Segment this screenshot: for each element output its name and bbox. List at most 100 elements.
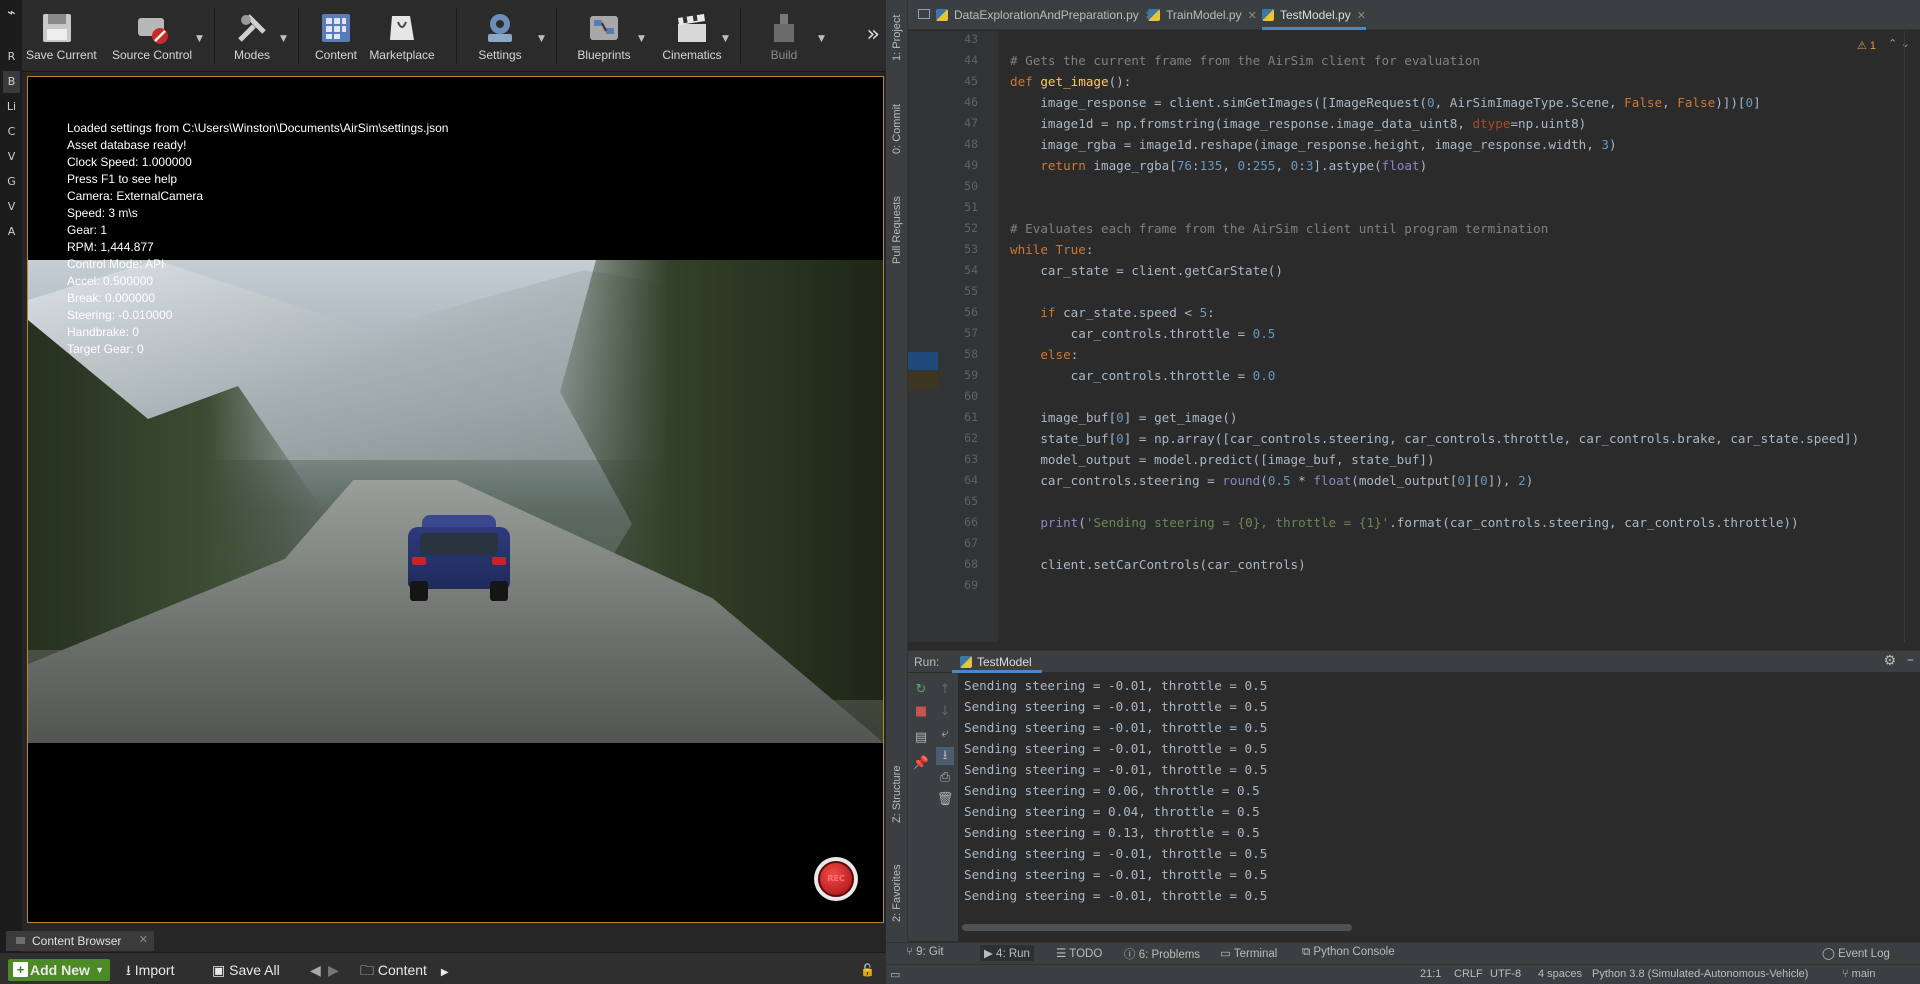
mode-tab-7[interactable]: A	[3, 221, 20, 243]
blueprints-button[interactable]: Blueprints	[566, 0, 642, 72]
hud-line: RPM: 1,444.877	[67, 240, 154, 254]
code-line[interactable]: state_buf[0] = np.array([car_controls.st…	[1010, 428, 1859, 449]
unreal-menu-icon[interactable]: ⌁	[3, 2, 20, 24]
code-line[interactable]: image_rgba = image1d.reshape(image_respo…	[1010, 134, 1616, 155]
line-separator[interactable]: CRLF	[1454, 968, 1483, 980]
editor-tab-data-exploration[interactable]: DataExplorationAndPreparation.py✕	[936, 0, 1154, 30]
lock-icon[interactable]: 🔓	[860, 959, 875, 981]
code-line[interactable]: else:	[1010, 344, 1078, 365]
close-icon[interactable]: ✕	[139, 933, 148, 946]
rerun-icon[interactable]: ↻	[912, 681, 930, 699]
code-line[interactable]: if car_state.speed < 5:	[1010, 302, 1214, 323]
trash-icon[interactable]: 🗑	[936, 791, 954, 809]
blueprints-dropdown[interactable]: ▼	[636, 0, 650, 72]
code-line[interactable]: image1d = np.fromstring(image_response.i…	[1010, 113, 1586, 134]
add-new-button[interactable]: + Add New ▼	[8, 959, 110, 981]
code-line[interactable]: # Evaluates each frame from the AirSim c…	[1010, 218, 1548, 239]
marketplace-button[interactable]: Marketplace	[366, 0, 438, 72]
gear-icon[interactable]: ⚙	[1883, 653, 1896, 669]
code-line[interactable]: client.setCarControls(car_controls)	[1010, 554, 1305, 575]
side-tab-commit[interactable]: 0: Commit	[887, 96, 907, 162]
build-button[interactable]: Build	[752, 0, 816, 72]
run-tab-test-model[interactable]: TestModel	[952, 651, 1042, 673]
code-editor[interactable]: 43 44 45 46 47 48 49 50 51 52 53 54 55 56 57 58 59 60 61 62…	[908, 31, 1920, 642]
bottom-tab-terminal[interactable]: ▭ Terminal	[1220, 946, 1277, 960]
hud-line: Steering: -0.010000	[67, 308, 173, 322]
layout-icon[interactable]: ▤	[912, 729, 930, 747]
line-number: 46	[964, 95, 978, 109]
code-line[interactable]: image_response = client.simGetImages([Im…	[1010, 92, 1760, 113]
python-interpreter[interactable]: Python 3.8 (Simulated-Autonomous-Vehicle…	[1592, 968, 1808, 980]
code-line[interactable]: return image_rgba[76:135, 0:255, 0:3].as…	[1010, 155, 1427, 176]
code-line[interactable]: print('Sending steering = {0}, throttle …	[1010, 512, 1798, 533]
arrow-up-icon[interactable]: ↑	[936, 681, 954, 699]
settings-button[interactable]: Settings	[468, 0, 532, 72]
side-tab-structure[interactable]: Z: Structure	[887, 758, 907, 830]
scroll-to-end-icon[interactable]: ⭳	[936, 747, 954, 765]
line-number: 45	[964, 74, 978, 88]
bottom-tab-run[interactable]: ▶ 4: Run	[980, 945, 1034, 961]
file-encoding[interactable]: UTF-8	[1490, 968, 1521, 980]
mode-tab-1[interactable]: B	[3, 71, 20, 93]
content-button[interactable]: Content	[310, 0, 362, 72]
import-button[interactable]: ⭳ Import	[126, 959, 174, 981]
code-line[interactable]: def get_image():	[1010, 71, 1131, 92]
code-line[interactable]: # Gets the current frame from the AirSim…	[1010, 50, 1480, 71]
record-button[interactable]: REC	[814, 857, 858, 901]
minimize-icon[interactable]: –	[1907, 652, 1914, 668]
forward-button[interactable]: ▶	[328, 959, 339, 981]
code-line[interactable]: car_controls.throttle = 0.5	[1010, 323, 1276, 344]
arrow-down-icon[interactable]: ↓	[936, 703, 954, 721]
event-log-button[interactable]: ◯ Event Log	[1822, 946, 1890, 960]
editor-tab-train-model[interactable]: TrainModel.py ✕	[1148, 0, 1257, 30]
bottom-tab-git[interactable]: ⑂ 9: Git	[906, 946, 944, 958]
code-line[interactable]: model_output = model.predict([image_buf,…	[1010, 449, 1434, 470]
panel-toggle-icon[interactable]: ▭	[890, 968, 900, 981]
build-dropdown[interactable]: ▼	[816, 0, 830, 72]
side-tab-project[interactable]: 1: Project	[887, 10, 907, 66]
modes-button[interactable]: Modes	[226, 0, 278, 72]
side-tab-favorites[interactable]: 2: Favorites	[887, 856, 907, 930]
path-content-crumb[interactable]: 🗀 Content ▶	[360, 959, 449, 981]
layout-icon[interactable]	[912, 0, 936, 30]
mode-tab-5[interactable]: G	[3, 171, 20, 193]
code-line[interactable]: car_state = client.getCarState()	[1010, 260, 1283, 281]
source-control-button[interactable]: Source Control	[112, 0, 192, 72]
bottom-tab-python-console[interactable]: ⧉ Python Console	[1302, 946, 1395, 959]
soft-wrap-icon[interactable]: ⤶	[936, 725, 954, 743]
back-button[interactable]: ◀	[310, 959, 321, 981]
stop-icon[interactable]: ■	[912, 703, 930, 721]
code-line[interactable]: image_buf[0] = get_image()	[1010, 407, 1237, 428]
content-browser-tab[interactable]: Content Browser ✕	[6, 931, 154, 951]
console-output-line: Sending steering = -0.01, throttle = 0.5	[964, 888, 1268, 903]
editor-tab-test-model[interactable]: TestModel.py ✕	[1262, 0, 1366, 30]
toolbar-overflow-icon[interactable]: »	[867, 22, 880, 47]
close-icon[interactable]: ✕	[1357, 10, 1366, 22]
cinematics-dropdown[interactable]: ▼	[720, 0, 734, 72]
mode-tab-4[interactable]: V	[3, 146, 20, 168]
pin-icon[interactable]: 📌	[912, 755, 930, 773]
run-console[interactable]: Sending steering = -0.01, throttle = 0.5…	[958, 673, 1920, 941]
mode-tab-0[interactable]: R	[3, 46, 20, 68]
save-all-button[interactable]: ▣ Save All	[212, 959, 280, 981]
code-line[interactable]: while True:	[1010, 239, 1093, 260]
modes-dropdown[interactable]: ▼	[278, 0, 292, 72]
print-icon[interactable]: ⎙	[936, 769, 954, 787]
close-icon[interactable]: ✕	[1248, 10, 1257, 22]
save-current-button[interactable]: Save Current	[26, 0, 97, 72]
bottom-tab-todo[interactable]: ☰ TODO	[1056, 946, 1102, 960]
mode-tab-2[interactable]: Li	[3, 96, 20, 118]
level-viewport[interactable]: Loaded settings from C:\Users\Winston\Do…	[27, 76, 884, 923]
caret-position[interactable]: 21:1	[1420, 968, 1441, 980]
indent-setting[interactable]: 4 spaces	[1538, 968, 1582, 980]
mode-tab-3[interactable]: C	[3, 121, 20, 143]
settings-dropdown[interactable]: ▼	[536, 0, 550, 72]
mode-tab-6[interactable]: V	[3, 196, 20, 218]
bottom-tab-problems[interactable]: ⓘ 6: Problems	[1124, 946, 1200, 962]
code-line[interactable]: car_controls.steering = round(0.5 * floa…	[1010, 470, 1533, 491]
git-branch[interactable]: ⑂ main	[1842, 968, 1876, 980]
code-line[interactable]: car_controls.throttle = 0.0	[1010, 365, 1276, 386]
side-tab-pull-requests[interactable]: Pull Requests	[887, 188, 907, 272]
horizontal-scrollbar[interactable]	[962, 924, 1352, 931]
source-control-dropdown[interactable]: ▼	[194, 0, 208, 72]
